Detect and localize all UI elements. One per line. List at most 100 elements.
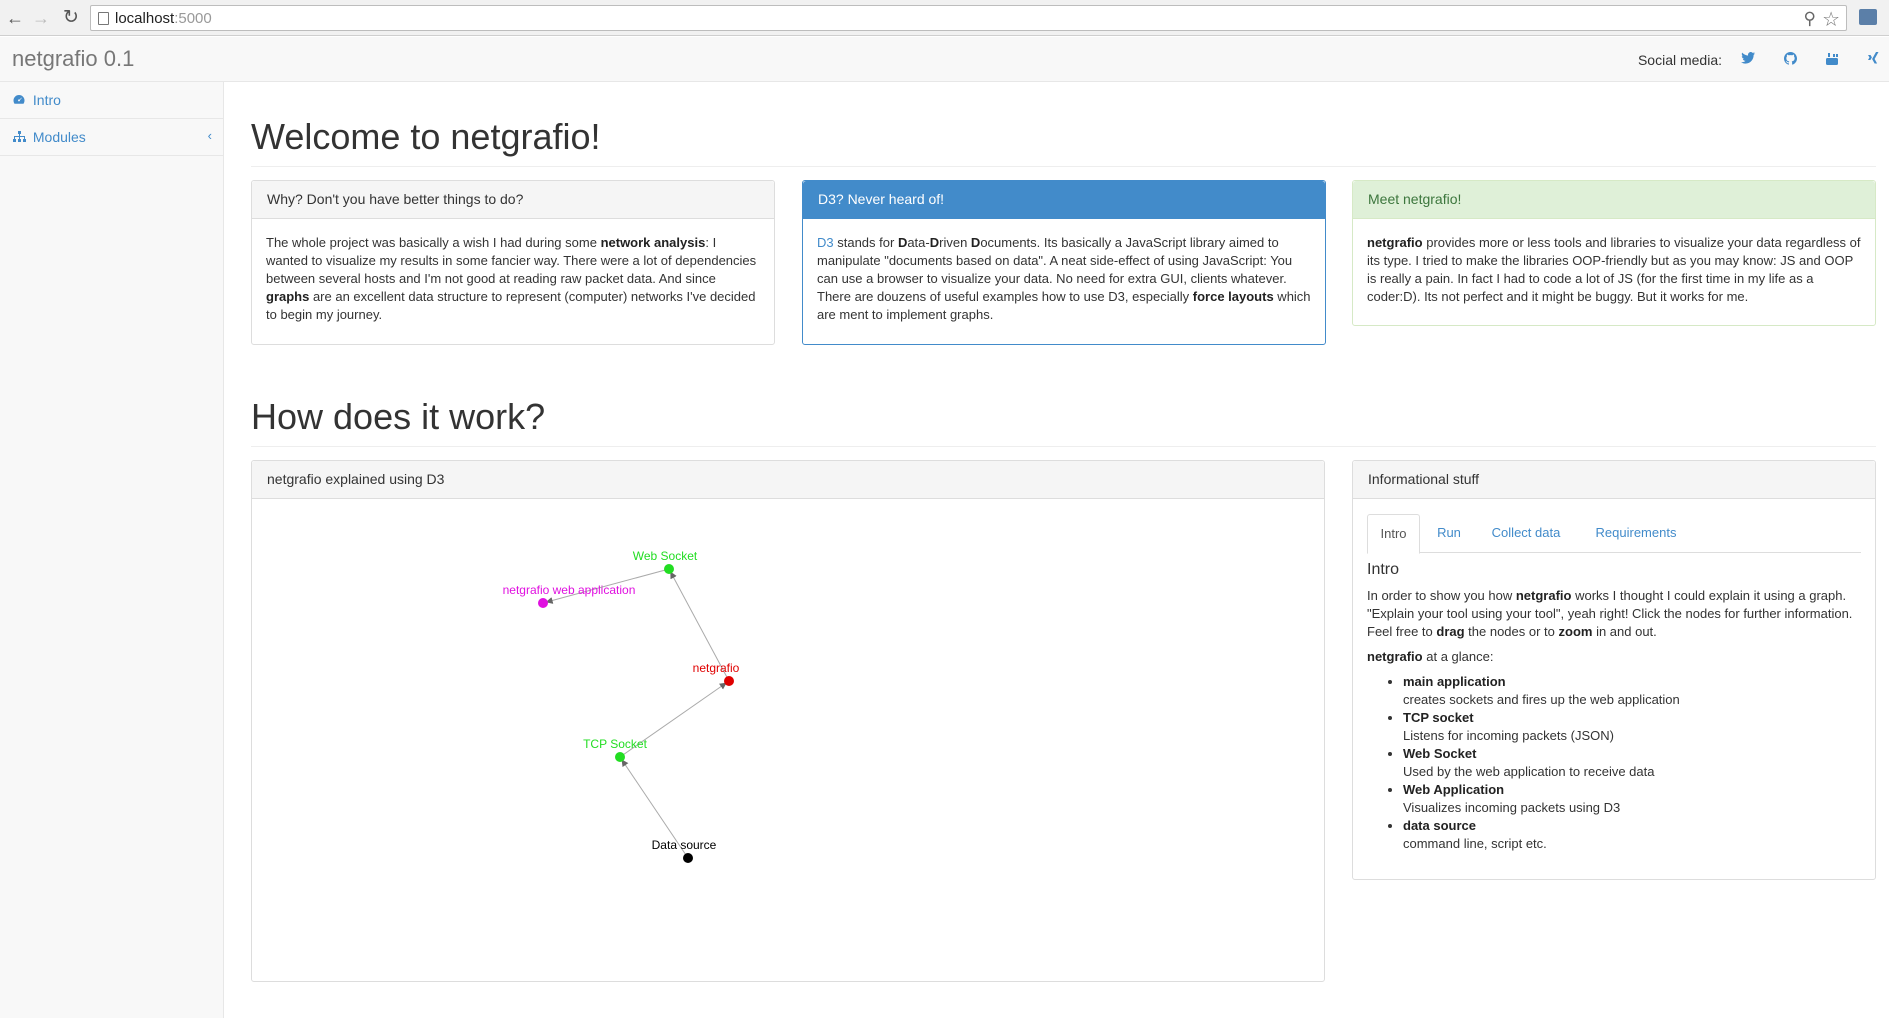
d3-graph[interactable]: Web Socket netgrafio web application netgr… (252, 499, 1324, 981)
forward-arrow-icon[interactable]: → (30, 7, 52, 29)
list-item-title: Web Socket (1403, 746, 1477, 761)
sidebar-item-modules[interactable]: Modules ‹ (0, 119, 223, 156)
url-host: localhost (115, 10, 175, 27)
url-text[interactable]: localhost:5000 (115, 10, 212, 27)
bold-text: force layouts (1192, 289, 1274, 304)
panel-body: The whole project was basically a wish I… (252, 219, 774, 339)
list-item-title: data source (1403, 818, 1476, 833)
page-title: Welcome to netgrafio! (251, 116, 601, 157)
sidebar-item-label: Intro (32, 92, 61, 108)
glance-suffix: at a glance: (1422, 649, 1494, 664)
list-item: main application creates sockets and fire… (1403, 673, 1861, 709)
bold-text: D (897, 235, 908, 250)
glance-heading: netgrafio at a glance: (1367, 648, 1861, 666)
panel-heading: D3? Never heard of! (803, 181, 1325, 219)
text-run: the nodes or to (1464, 624, 1559, 639)
graph-node-label: Data source (652, 838, 717, 852)
panel-body: netgrafio provides more or less tools an… (1353, 219, 1875, 321)
text-run: in and out. (1592, 624, 1657, 639)
link[interactable]: D3 (817, 235, 834, 250)
title-divider (251, 166, 1876, 167)
youtube-icon[interactable] (1824, 52, 1840, 68)
section-title: How does it work? (251, 396, 546, 437)
list-item-desc: Listens for incoming packets (JSON) (1403, 728, 1614, 743)
list-item-title: main application (1403, 674, 1506, 689)
address-bar[interactable]: localhost:5000 ⚲ ☆ (90, 5, 1847, 31)
list-item-desc: Visualizes incoming packets using D3 (1403, 800, 1621, 815)
github-icon[interactable] (1782, 52, 1798, 68)
tab-intro[interactable]: Intro (1367, 514, 1420, 554)
bold-text: zoom (1558, 624, 1593, 639)
panel-heading: netgrafio explained using D3 (252, 461, 1324, 499)
text-run: provides more or less tools and librarie… (1367, 235, 1861, 304)
text-run: In order to show you how (1367, 588, 1516, 603)
tab-run[interactable]: Run (1427, 514, 1471, 553)
graph-node-label: netgrafio web application (503, 583, 636, 597)
list-item: data source command line, script etc. (1403, 817, 1861, 853)
graph-panel: netgrafio explained using D3 Web Socket n… (251, 460, 1325, 982)
panel-body: D3 stands for Data-Driven Documents. Its… (803, 219, 1325, 339)
bold-text: D (970, 235, 981, 250)
sidebar-item-intro[interactable]: Intro (0, 82, 223, 119)
sidebar-item-label: Modules (32, 129, 86, 145)
text-run: ata- (907, 235, 930, 250)
graph-node-tcp[interactable] (615, 752, 625, 762)
panel-body: Intro Run Collect data Requirements Intr… (1353, 499, 1875, 868)
list-item-desc: Used by the web application to receive d… (1403, 764, 1655, 779)
browser-toolbar: ← → ↻ localhost:5000 ⚲ ☆ (0, 0, 1889, 36)
glance-name: netgrafio (1367, 649, 1423, 664)
bold-text: netgrafio (1367, 235, 1423, 250)
section-divider (251, 446, 1876, 447)
bold-text: D (929, 235, 940, 250)
app-navbar: netgrafio 0.1 Social media: (0, 37, 1889, 82)
bold-text: drag (1436, 624, 1465, 639)
panel-heading: Meet netgrafio! (1353, 181, 1875, 219)
bold-text: graphs (266, 289, 310, 304)
bookmark-star-icon[interactable]: ☆ (1822, 7, 1840, 32)
xing-icon[interactable] (1865, 52, 1881, 68)
page-icon (98, 12, 109, 25)
info-panel: Informational stuff Intro Run Collect da… (1352, 460, 1876, 880)
list-item-title: TCP socket (1403, 710, 1474, 725)
text-run: riven (939, 235, 971, 250)
graph-node-label: Web Socket (633, 549, 698, 563)
social-links: Social media: (1589, 50, 1889, 70)
twitter-icon[interactable] (1740, 52, 1756, 68)
info-tabs: Intro Run Collect data Requirements (1367, 514, 1861, 554)
url-port: :5000 (174, 10, 212, 27)
list-item-title: Web Application (1403, 782, 1505, 797)
list-item: Web Socket Used by the web application to… (1403, 745, 1861, 781)
intro-paragraph: In order to show you how netgrafio works… (1367, 587, 1861, 641)
chevron-left-icon[interactable]: ‹ (208, 128, 212, 143)
reload-icon[interactable]: ↻ (60, 7, 82, 29)
brand-title[interactable]: netgrafio 0.1 (12, 46, 134, 72)
panel-why: Why? Don't you have better things to do?… (251, 180, 775, 345)
sitemap-icon (13, 131, 27, 145)
text-run: The whole project was basically a wish I… (266, 235, 601, 250)
social-media-label: Social media: (1637, 52, 1722, 68)
text-run: are an excellent data structure to repre… (266, 289, 756, 322)
panel-heading: Informational stuff (1353, 461, 1875, 499)
tab-requirements[interactable]: Requirements (1581, 514, 1691, 553)
tab-content-title: Intro (1367, 561, 1400, 578)
panel-heading: Why? Don't you have better things to do? (252, 181, 774, 219)
extension-icon[interactable] (1859, 9, 1877, 25)
graph-node-app[interactable] (538, 598, 548, 608)
panel-d3: D3? Never heard of! D3 stands for Data-D… (802, 180, 1326, 345)
graph-node-ng[interactable] (724, 676, 734, 686)
bold-text: network analysis (600, 235, 706, 250)
zoom-icon[interactable]: ⚲ (1804, 9, 1816, 29)
panel-meet: Meet netgrafio! netgrafio provides more … (1352, 180, 1876, 326)
graph-node-web[interactable] (664, 564, 674, 574)
tab-collect-data[interactable]: Collect data (1481, 514, 1571, 553)
dashboard-icon (13, 94, 27, 108)
back-arrow-icon[interactable]: ← (4, 7, 26, 29)
list-item-desc: command line, script etc. (1403, 836, 1547, 851)
list-item-desc: creates sockets and fires up the web app… (1403, 692, 1680, 707)
graph-node-label: netgrafio (693, 661, 740, 675)
bold-text: netgrafio (1515, 588, 1572, 603)
text-run: stands for (833, 235, 898, 250)
sidebar: Intro Modules ‹ (0, 82, 224, 1018)
graph-node-ds[interactable] (683, 853, 693, 863)
list-item: TCP socket Listens for incoming packets (… (1403, 709, 1861, 745)
